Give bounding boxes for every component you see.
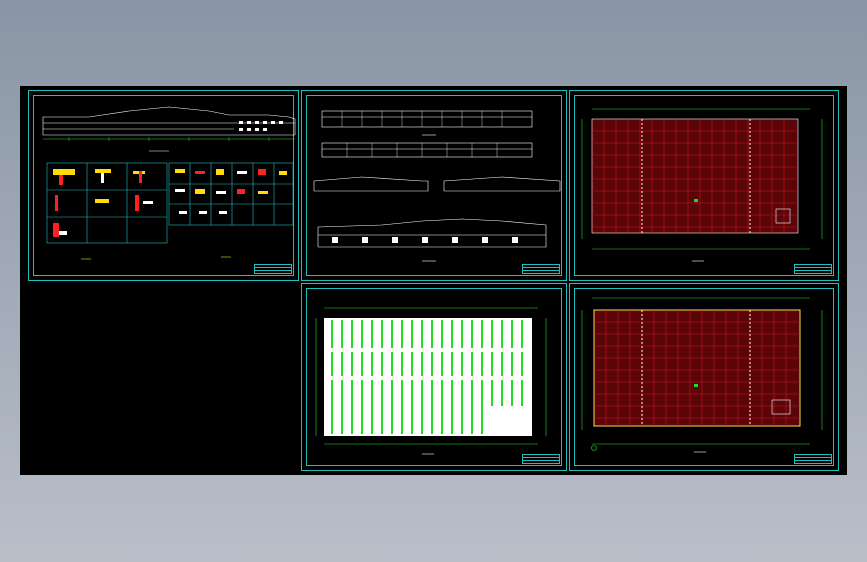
- elevation-grid-ticks: [43, 137, 295, 141]
- title-block: [254, 264, 292, 274]
- sheet-floor-plan-top[interactable]: [569, 90, 839, 281]
- title-block: [794, 454, 832, 464]
- plan-fill: [591, 118, 799, 234]
- sheet-roof-plan[interactable]: [301, 283, 567, 471]
- side-elevations: [313, 176, 561, 192]
- plan-fill: [593, 309, 801, 427]
- detail-sketches-left: [53, 169, 153, 237]
- roof-lower-block: [490, 408, 532, 436]
- elevation-details-drawing: [42, 106, 296, 260]
- front-elevation-1: [321, 110, 533, 128]
- front-elevation-2-bays: [346, 143, 498, 157]
- detail-grid-right: [168, 162, 294, 226]
- front-elevation-1-bays: [341, 111, 503, 127]
- floor-plan-bottom-drawing: [581, 297, 823, 453]
- front-elevation-2: [321, 142, 533, 158]
- sheet-elevation-details[interactable]: [28, 90, 299, 281]
- sheet-floor-plan-bottom[interactable]: [569, 283, 839, 471]
- detail-sketches-right: [175, 169, 287, 214]
- floor-plan-top-drawing: [581, 108, 823, 262]
- north-marker: [591, 445, 597, 451]
- rear-elevation-windows: [332, 237, 518, 243]
- roof-plan-drawing: [315, 307, 547, 455]
- green-marker: [694, 199, 698, 202]
- title-block: [522, 454, 560, 464]
- elevation-windows: [239, 121, 283, 131]
- green-marker: [694, 384, 698, 387]
- title-block: [794, 264, 832, 274]
- rear-elevation: [317, 218, 547, 248]
- title-block: [522, 264, 560, 274]
- elevations-drawing: [313, 110, 561, 262]
- sheet-elevations[interactable]: [301, 90, 567, 281]
- cad-model-space[interactable]: [20, 86, 847, 475]
